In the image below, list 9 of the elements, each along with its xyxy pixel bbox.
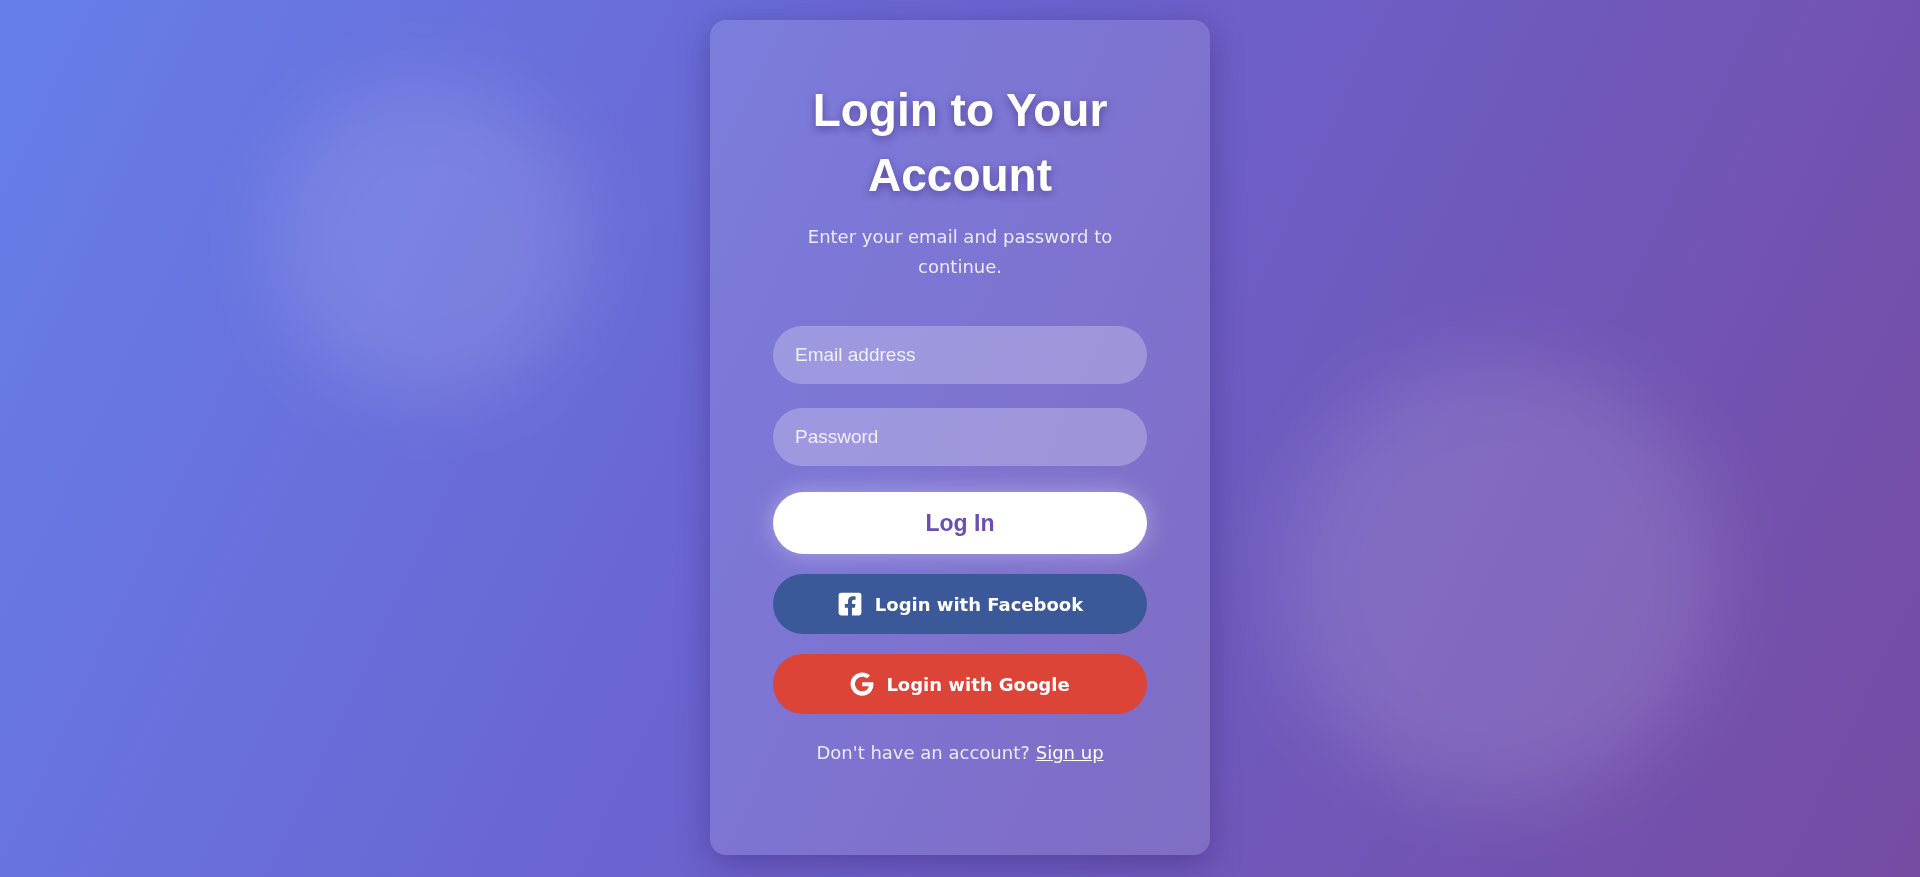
login-button[interactable]: Log In <box>773 492 1147 554</box>
signup-prompt: Don't have an account? <box>816 742 1030 763</box>
google-icon <box>850 672 875 696</box>
signup-link[interactable]: Sign up <box>1035 742 1104 763</box>
facebook-icon <box>836 591 863 617</box>
login-title: Login to Your Account <box>811 83 1109 203</box>
google-login-button[interactable]: Login with Google <box>773 654 1147 714</box>
facebook-login-button[interactable]: Login with Facebook <box>773 574 1147 634</box>
login-subtitle: Enter your email and password to continue. <box>806 225 1114 279</box>
